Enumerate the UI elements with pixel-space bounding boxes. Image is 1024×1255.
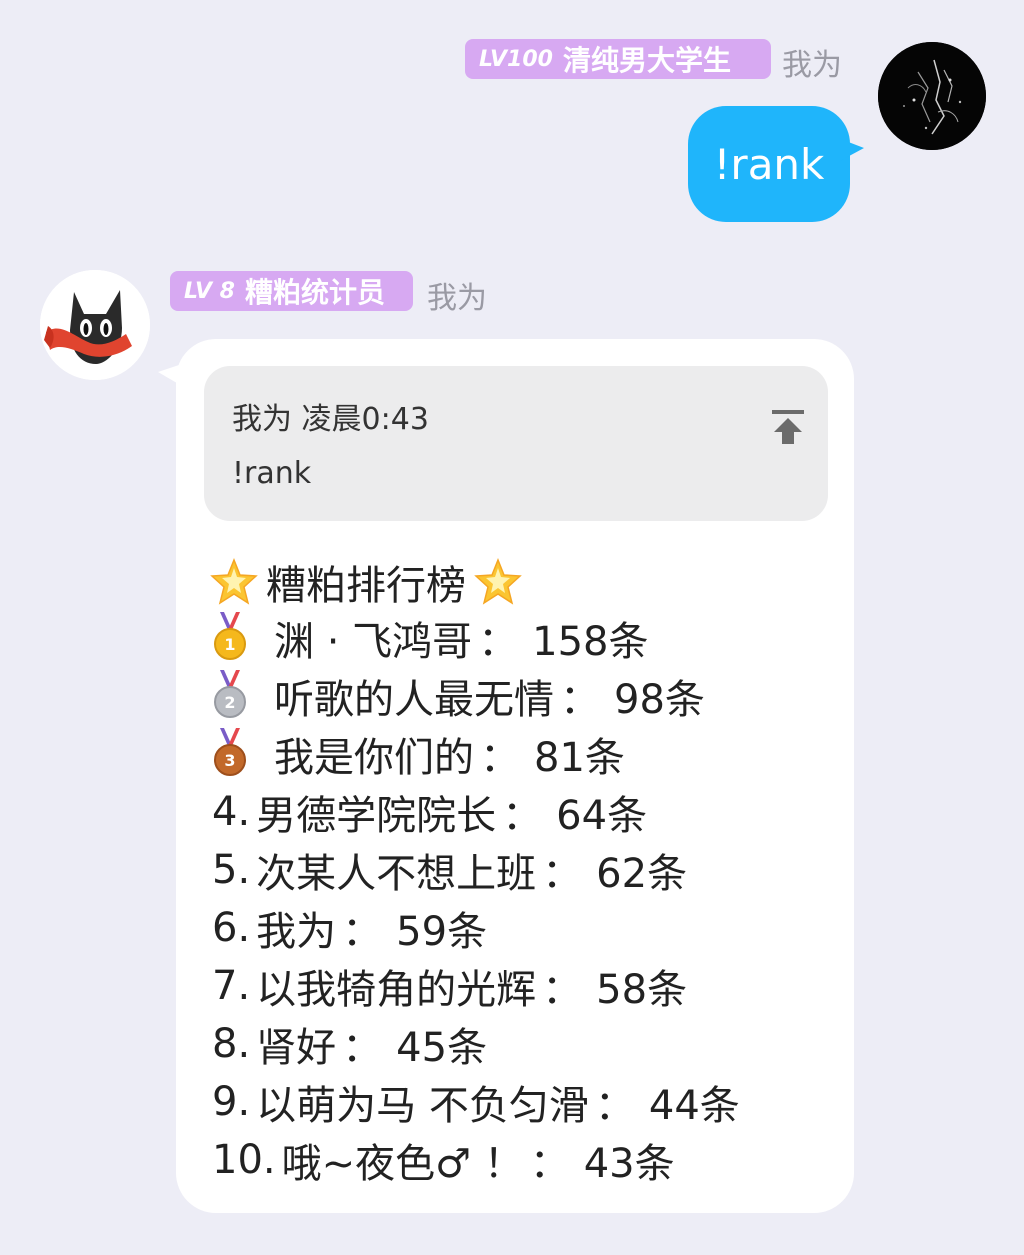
jump-to-top-icon[interactable]: [770, 408, 806, 448]
ranking-count: 43条: [583, 1141, 675, 1187]
ranking-count: 45条: [396, 1025, 488, 1071]
ranking-separator: ：: [529, 1141, 570, 1187]
ranking-item: 7. 以我犄角的光辉： 58条: [212, 957, 740, 1015]
bot-level: LV 8: [184, 278, 235, 304]
quoted-author: 我为: [232, 402, 292, 437]
ranking-count: 81条: [534, 735, 625, 781]
glowing-star-icon: [208, 556, 260, 608]
sender-level: LV100: [479, 46, 553, 72]
quoted-time: 凌晨0:43: [301, 402, 429, 437]
bot-title: 糟粕统计员: [244, 276, 385, 309]
quoted-message[interactable]: 我为 凌晨0:43 !rank: [204, 366, 828, 521]
ranking-count: 158条: [532, 619, 649, 665]
svg-text:1: 1: [224, 635, 235, 654]
bot-level-badge: LV 8 糟粕统计员: [170, 271, 413, 311]
sender-level-badge: LV100 清纯男大学生: [465, 39, 771, 79]
ranking-count: 98条: [614, 677, 705, 723]
ranking-name: 以萌为马 不负匀滑: [256, 1083, 589, 1129]
sender-avatar[interactable]: [878, 42, 986, 150]
ranking-item: 2 听歌的人最无情： 98条: [212, 667, 740, 725]
glowing-star-icon: [472, 556, 524, 608]
ranking-item: 4. 男德学院院长： 64条: [212, 783, 740, 841]
ranking-count: 44条: [648, 1083, 740, 1129]
quoted-message-meta: 我为 凌晨0:43: [232, 394, 429, 438]
ranking-separator: ：: [478, 619, 519, 665]
ranking-item: 6. 我为： 59条: [212, 899, 740, 957]
sent-message-bubble[interactable]: !rank: [688, 106, 850, 222]
ranking-name: 我为: [256, 909, 337, 955]
ranking-name: 次某人不想上班: [256, 851, 537, 897]
sent-message-text: !rank: [713, 139, 825, 189]
ranking-title: 糟粕排行榜: [208, 553, 524, 611]
ranking-index: 9.: [212, 1079, 251, 1125]
ranking-name: 肾好: [256, 1025, 337, 1071]
ranking-count: 64条: [556, 793, 648, 839]
ranking-item: 10. 哦~夜色♂ ！： 43条: [212, 1131, 740, 1189]
ranking-name: 听歌的人最无情: [274, 677, 554, 723]
ranking-count: 62条: [596, 851, 688, 897]
ranking-index: 10.: [212, 1137, 276, 1183]
ranking-index: 7.: [212, 963, 251, 1009]
ranking-separator: ：: [560, 677, 600, 723]
ranking-index: 8.: [212, 1021, 251, 1067]
ranking-count: 59条: [396, 909, 488, 955]
sender-title: 清纯男大学生: [562, 44, 731, 77]
ranking-index: 6.: [212, 905, 251, 951]
ranking-list: 1渊 · 飞鸿哥： 158条 2 听歌的人最无情： 98条 3 我是你们的： 81条 4. 男德学…: [212, 609, 740, 1189]
gold-medal-icon: 1: [212, 610, 248, 662]
ranking-separator: ：: [542, 967, 583, 1013]
ranking-item: 1 渊 · 飞鸿哥： 158条: [212, 609, 740, 667]
ranking-name: 以我犄角的光辉: [256, 967, 537, 1013]
ranking-item: 8. 肾好： 45条: [212, 1015, 740, 1073]
ranking-item: 5. 次某人不想上班： 62条: [212, 841, 740, 899]
ranking-separator: ：: [342, 909, 383, 955]
ranking-separator: ：: [594, 1083, 635, 1129]
ranking-name: 哦~夜色♂ ！: [281, 1141, 524, 1187]
bot-avatar[interactable]: [40, 270, 150, 380]
ranking-separator: ：: [480, 735, 520, 781]
ranking-item: 9. 以萌为马 不负匀滑： 44条: [212, 1073, 740, 1131]
ranking-title-text: 糟粕排行榜: [266, 563, 466, 609]
sent-bubble-tail: [838, 138, 864, 162]
ranking-index: 4.: [212, 789, 251, 835]
ranking-index: 5.: [212, 847, 251, 893]
ranking-name: 我是你们的: [274, 735, 474, 781]
svg-text:2: 2: [224, 693, 235, 712]
ranking-separator: ：: [342, 1025, 383, 1071]
ranking-separator: ：: [502, 793, 543, 839]
bot-nickname[interactable]: 我为: [427, 273, 487, 317]
bot-message-bubble[interactable]: 我为 凌晨0:43 !rank 糟粕排行榜 1渊 · 飞鸿哥： 158条 2 听歌的人…: [176, 339, 854, 1213]
ranking-item: 3 我是你们的： 81条: [212, 725, 740, 783]
sender-nickname[interactable]: 我为: [782, 40, 842, 84]
quoted-text: !rank: [232, 456, 312, 491]
ranking-count: 58条: [596, 967, 688, 1013]
bronze-medal-icon: 3: [212, 726, 248, 778]
ranking-name: 渊 · 飞鸿哥: [274, 619, 473, 665]
svg-text:3: 3: [224, 751, 235, 770]
ranking-name: 男德学院院长: [256, 793, 497, 839]
silver-medal-icon: 2: [212, 668, 248, 720]
ranking-separator: ：: [542, 851, 583, 897]
